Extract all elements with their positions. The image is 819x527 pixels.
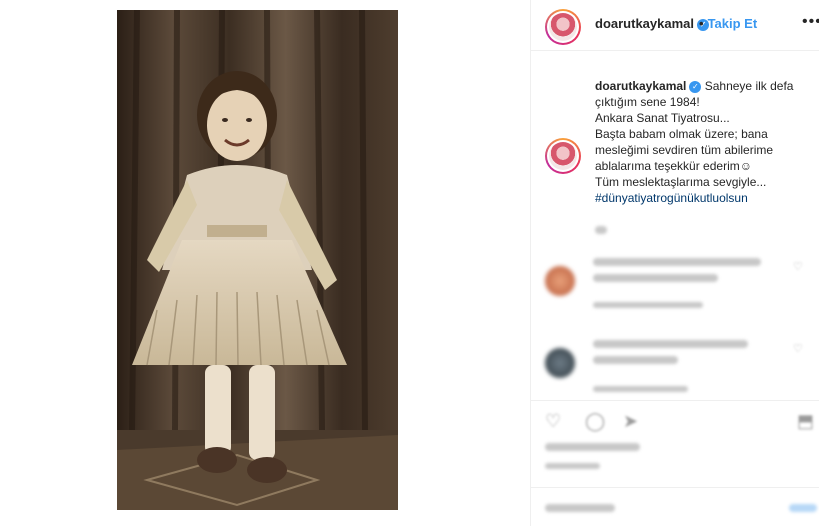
follow-label[interactable]: Takip Et — [708, 16, 758, 31]
comment-avatar[interactable] — [545, 348, 575, 378]
caption-avatar[interactable] — [545, 138, 581, 174]
likes-count[interactable] — [545, 443, 640, 451]
comment-meta — [593, 302, 703, 308]
vintage-photo-illustration — [117, 10, 398, 510]
caption-line-7: Tüm meslektaşlarıma sevgiyle... — [595, 175, 767, 189]
comment-icon[interactable]: ◯ — [585, 411, 605, 432]
caption-line-3: Ankara Sanat Tiyatrosu... — [595, 111, 730, 125]
avatar-image — [549, 13, 577, 41]
caption-text: doarutkaykamal ✓ Sahneye ilk defa çıktığı… — [595, 78, 817, 206]
header-username[interactable]: doarutkaykamal ✓ — [595, 16, 709, 31]
comment-text — [593, 356, 678, 364]
caption-line-2: çıktığım sene 1984! — [595, 95, 700, 109]
comment-text — [593, 340, 748, 348]
post-timestamp — [545, 463, 600, 469]
caption-line-5: mesleğimi sevdiren tüm abilerime — [595, 143, 774, 157]
bookmark-icon[interactable]: ⬒ — [797, 411, 814, 432]
post-sidebar: doarutkaykamal✓ •Takip Et ••• doarutkayk… — [530, 0, 819, 526]
comment-heart-icon[interactable]: ♡ — [793, 260, 803, 273]
comment-meta — [593, 386, 688, 392]
heart-icon[interactable]: ♡ — [545, 411, 561, 432]
caption-line-1: Sahneye ilk defa — [704, 79, 794, 93]
comment-text — [593, 258, 761, 266]
caption-timestamp — [595, 226, 607, 234]
post-photo[interactable] — [117, 10, 398, 510]
add-comment-bar[interactable] — [531, 487, 819, 527]
caption-line-4: Başta babam olmak üzere; bana — [595, 127, 768, 141]
verified-badge-icon: ✓ — [689, 80, 702, 93]
avatar-image — [549, 142, 577, 170]
post-comment-button[interactable] — [789, 504, 817, 512]
follow-separator: • — [699, 16, 704, 31]
caption-line-6: ablalarıma teşekkür ederim☺ — [595, 159, 752, 173]
comment-heart-icon[interactable]: ♡ — [793, 342, 803, 355]
post-photo-pane — [0, 0, 530, 526]
follow-button[interactable]: • Takip Et — [699, 16, 757, 31]
header-username-text[interactable]: doarutkaykamal — [595, 16, 694, 31]
add-comment-input[interactable] — [545, 504, 615, 512]
more-options-icon[interactable]: ••• — [802, 13, 819, 31]
share-icon[interactable]: ➤ — [623, 411, 638, 432]
post-header: doarutkaykamal✓ • Takip Et ••• — [531, 0, 819, 51]
header-avatar[interactable] — [545, 9, 581, 45]
caption-username[interactable]: doarutkaykamal — [595, 79, 686, 93]
comment-avatar[interactable] — [545, 266, 575, 296]
comment-text — [593, 274, 718, 282]
caption-hashtag[interactable]: #dünyatiyatrogünükutluolsun — [595, 191, 748, 205]
